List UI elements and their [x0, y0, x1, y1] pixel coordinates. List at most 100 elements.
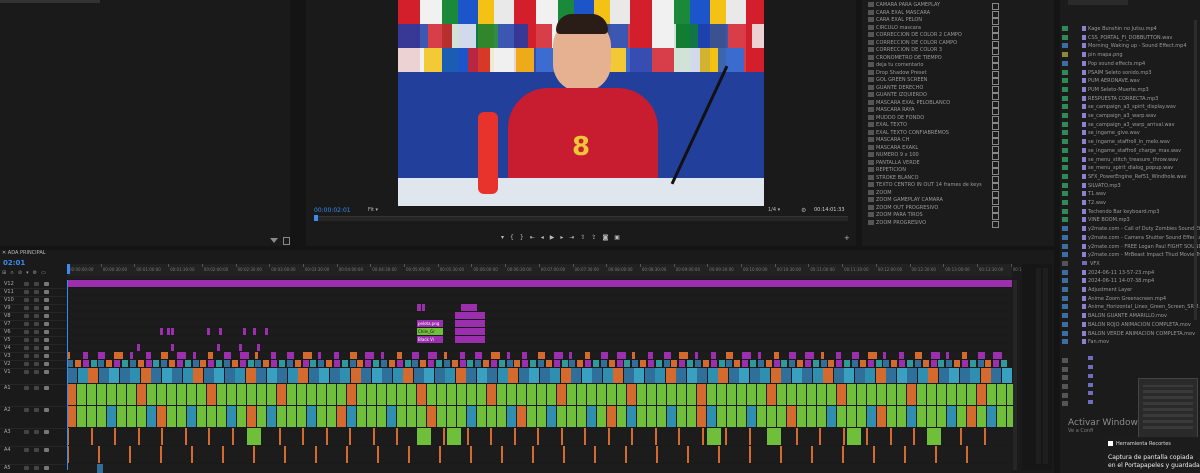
- clip[interactable]: [847, 384, 856, 405]
- clip[interactable]: [387, 384, 396, 405]
- clip[interactable]: [907, 368, 917, 383]
- clip[interactable]: [726, 352, 734, 359]
- clip[interactable]: [993, 352, 1003, 359]
- clip[interactable]: [266, 368, 277, 383]
- clip[interactable]: [938, 360, 945, 367]
- effect-item[interactable]: TEXTO CENTRO IN OUT 14 frames de keys: [868, 182, 1052, 190]
- clip[interactable]: [883, 352, 887, 359]
- clip[interactable]: [439, 446, 441, 463]
- clip[interactable]: [247, 360, 254, 367]
- clip[interactable]: [877, 406, 886, 427]
- clip[interactable]: [67, 384, 76, 405]
- clip[interactable]: [208, 428, 210, 445]
- clip[interactable]: [961, 352, 967, 359]
- clip[interactable]: [607, 428, 610, 445]
- clip[interactable]: [600, 360, 607, 367]
- bin-folder-collapsed[interactable]: [1062, 357, 1198, 372]
- clip[interactable]: [77, 406, 86, 427]
- clip[interactable]: [74, 360, 81, 367]
- clip[interactable]: [267, 384, 276, 405]
- clip[interactable]: [710, 360, 717, 367]
- clip[interactable]: [235, 368, 245, 383]
- clip[interactable]: [217, 406, 226, 427]
- clip[interactable]: [157, 384, 166, 405]
- clip[interactable]: [654, 428, 657, 445]
- clip[interactable]: [140, 368, 151, 383]
- clip[interactable]: [922, 360, 929, 367]
- clip[interactable]: [77, 368, 88, 383]
- clip[interactable]: [224, 352, 231, 359]
- clip[interactable]: [739, 368, 749, 383]
- track-lane-v12[interactable]: [67, 280, 1012, 287]
- clip[interactable]: [461, 304, 477, 311]
- bin-item[interactable]: VINE BOOM.mp3: [1062, 217, 1198, 224]
- effect-item[interactable]: CARA EXAL PELON: [868, 17, 1052, 25]
- clip[interactable]: [119, 368, 130, 383]
- clip[interactable]: [417, 304, 421, 311]
- clip[interactable]: [508, 368, 518, 383]
- effect-item[interactable]: ZOOM PROGRESIVO: [868, 219, 1052, 228]
- clip[interactable]: [109, 368, 119, 383]
- clip[interactable]: [529, 368, 539, 383]
- clip[interactable]: [467, 360, 474, 367]
- clip[interactable]: [214, 368, 224, 383]
- clip[interactable]: [949, 368, 959, 383]
- clip[interactable]: [617, 384, 626, 405]
- clip[interactable]: [145, 360, 152, 367]
- clip[interactable]: [497, 406, 506, 427]
- bin-item[interactable]: SILVATO.mp3: [1062, 182, 1198, 190]
- bin-item[interactable]: Morning_Waking up - Sound Effect.mp4: [1062, 43, 1198, 50]
- clip[interactable]: [98, 360, 105, 367]
- clip[interactable]: [237, 384, 246, 405]
- clip[interactable]: [447, 384, 456, 405]
- effect-item[interactable]: deja tu comentario: [868, 62, 1052, 70]
- effect-item[interactable]: EXAL TEXTO: [868, 122, 1052, 130]
- clip[interactable]: [257, 406, 266, 427]
- clip[interactable]: [216, 360, 223, 367]
- clip[interactable]: [897, 406, 906, 427]
- clip[interactable]: [807, 384, 816, 405]
- clip[interactable]: [710, 352, 716, 359]
- clip[interactable]: [866, 428, 868, 445]
- clip[interactable]: [277, 384, 286, 405]
- clip[interactable]: [959, 368, 970, 383]
- clip[interactable]: [227, 384, 236, 405]
- clip[interactable]: [997, 406, 1006, 427]
- clip[interactable]: [315, 446, 317, 463]
- clip-chile[interactable]: Chile_Gr: [417, 328, 443, 335]
- clip[interactable]: [82, 352, 88, 359]
- clip[interactable]: [377, 446, 379, 463]
- clip[interactable]: [795, 428, 798, 445]
- clip[interactable]: [307, 384, 316, 405]
- clip[interactable]: [271, 352, 277, 359]
- clip[interactable]: [757, 384, 766, 405]
- step-forward-icon[interactable]: ▸: [560, 234, 569, 241]
- clip[interactable]: [538, 352, 545, 359]
- clip[interactable]: [326, 360, 333, 367]
- clip[interactable]: [467, 406, 476, 427]
- clip[interactable]: [717, 384, 726, 405]
- clip[interactable]: [265, 328, 268, 335]
- clip[interactable]: [287, 384, 296, 405]
- clip[interactable]: [767, 428, 781, 445]
- clip[interactable]: [106, 360, 113, 367]
- clip[interactable]: [161, 360, 168, 367]
- clip[interactable]: [927, 406, 936, 427]
- clip[interactable]: [977, 352, 985, 359]
- clip[interactable]: [545, 360, 552, 367]
- clip[interactable]: [804, 352, 814, 359]
- clip[interactable]: [577, 360, 584, 367]
- clip[interactable]: [82, 360, 89, 367]
- clip[interactable]: [667, 406, 676, 427]
- play-icon[interactable]: ▶: [550, 234, 561, 241]
- clip[interactable]: [397, 406, 406, 427]
- track-lane-v6[interactable]: Chile_Gr: [67, 328, 1012, 335]
- clip[interactable]: [307, 406, 316, 427]
- clip[interactable]: [842, 446, 844, 463]
- clip[interactable]: [475, 360, 482, 367]
- clip[interactable]: [585, 352, 591, 359]
- clip[interactable]: [121, 360, 128, 367]
- clip[interactable]: [917, 368, 928, 383]
- clip[interactable]: [287, 368, 298, 383]
- clip[interactable]: [748, 428, 751, 445]
